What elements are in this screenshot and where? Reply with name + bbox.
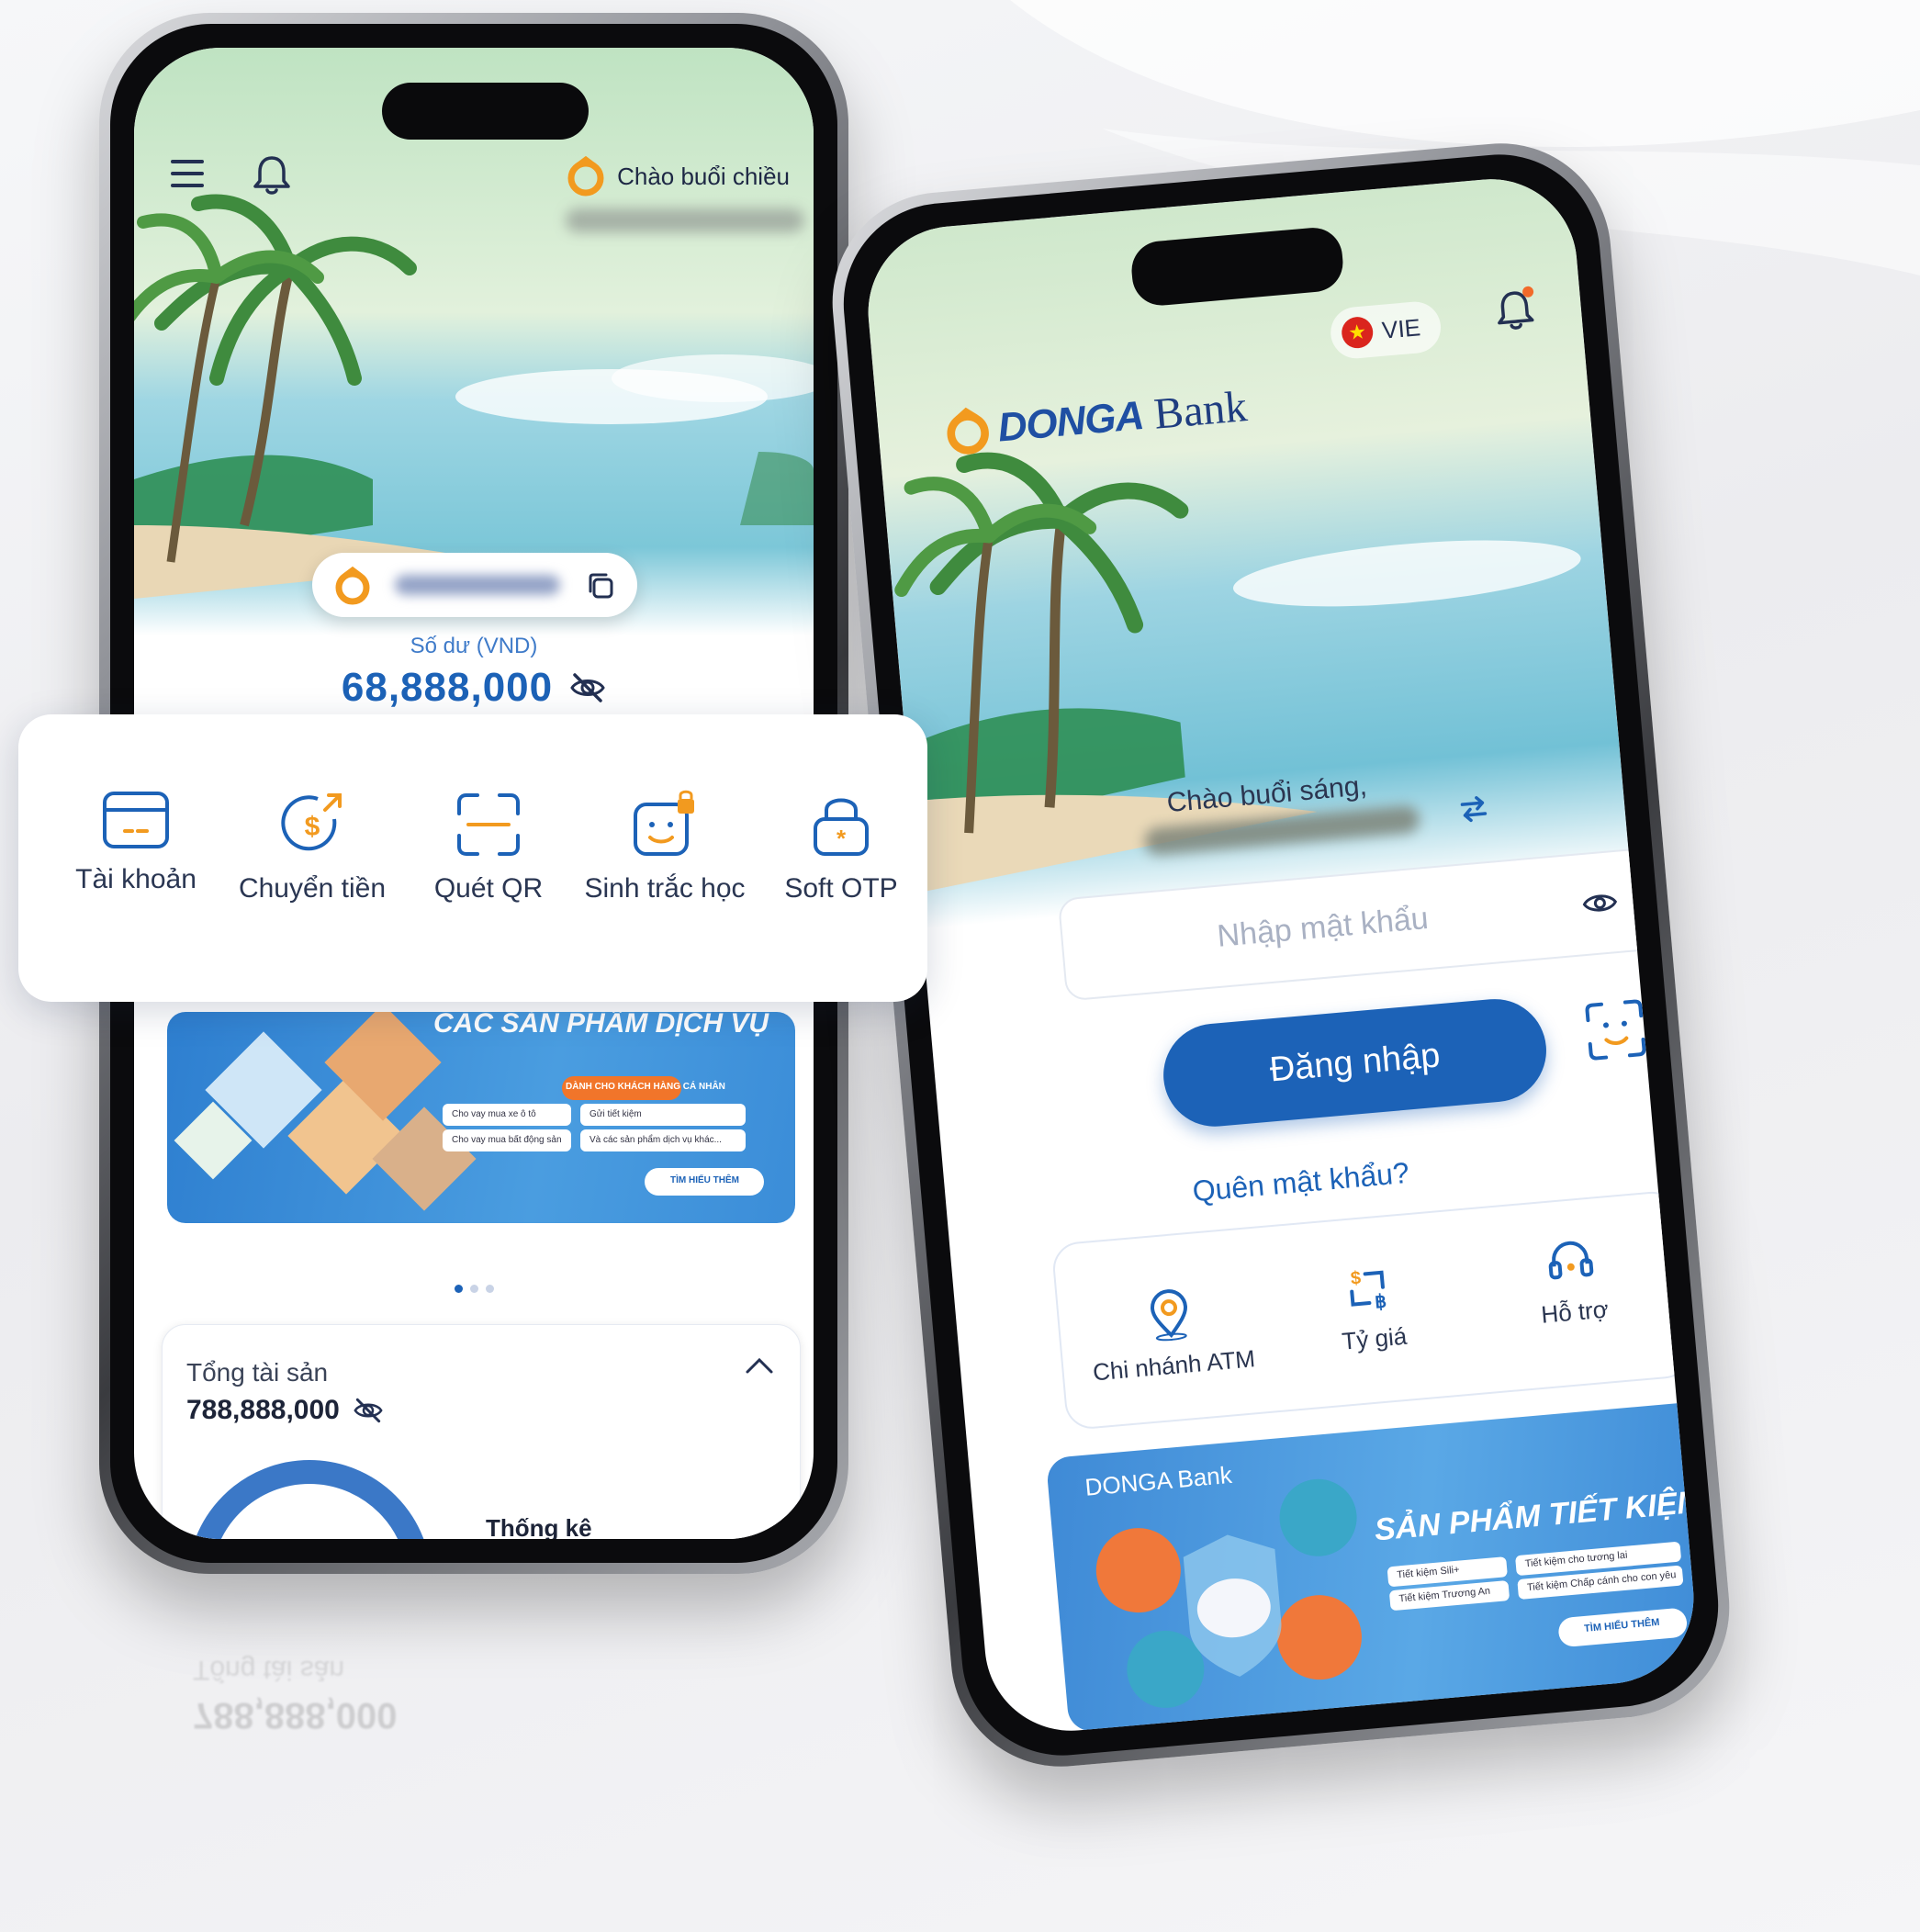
promo-bullet: Cho vay mua bất động sản <box>452 1135 562 1145</box>
balance-label: Số dư (VND) <box>410 634 538 658</box>
copy-icon[interactable] <box>584 569 617 602</box>
service-label: Tỷ giá <box>1341 1321 1409 1355</box>
account-number-blurred <box>395 575 560 595</box>
carousel-dot[interactable] <box>454 1285 463 1293</box>
switch-account-icon[interactable] <box>1454 789 1493 828</box>
greeting-text: Chào buổi chiều <box>617 162 790 190</box>
right-phone-screen: ★ VIE DONGA Bank Chào buổi sáng, Nhập mậ… <box>860 172 1701 1738</box>
quick-action-label: Soft OTP <box>784 873 898 904</box>
service-support[interactable]: Hỗ trợ <box>1467 1227 1677 1335</box>
svg-text:฿: ฿ <box>1374 1291 1387 1312</box>
carousel-dot[interactable] <box>1353 1733 1362 1738</box>
headset-icon <box>1548 1241 1594 1280</box>
eye-off-icon[interactable] <box>569 671 606 704</box>
dynamic-island <box>382 83 589 140</box>
carousel-dot[interactable] <box>1337 1735 1347 1738</box>
language-label: VIE <box>1380 312 1422 344</box>
customer-name-blurred <box>566 208 804 232</box>
promo-bullet: Cho vay mua xe ô tô <box>452 1109 536 1119</box>
service-atm-branch[interactable]: Chi nhánh ATM <box>1067 1281 1276 1389</box>
promo-title: CÁC SẢN PHẨM DỊCH VỤ <box>433 1012 769 1039</box>
account-number-pill <box>312 553 637 617</box>
top-bar: Chào buổi chiều <box>171 151 790 206</box>
promo-banner[interactable]: CÁC SẢN PHẨM DỊCH VỤ DÀNH CHO KHÁCH HÀNG… <box>167 1012 795 1223</box>
exchange-rate-icon: $ ฿ <box>1350 1268 1387 1313</box>
service-label: Chi nhánh ATM <box>1091 1344 1257 1387</box>
quick-action-label: Quét QR <box>433 873 544 904</box>
biometric-icon <box>634 790 694 856</box>
bell-icon[interactable] <box>1493 284 1541 335</box>
total-assets-title: Tổng tài sản <box>186 1358 329 1387</box>
donga-logo-icon <box>947 407 989 455</box>
quick-action-account[interactable]: Tài khoản <box>53 790 219 896</box>
statistics-label[interactable]: Thống kê <box>486 1514 592 1539</box>
quick-action-label: Tài khoản <box>75 864 196 894</box>
lock-icon: * <box>814 798 869 856</box>
savings-promo-art <box>1095 1478 1688 1708</box>
quick-action-transfer[interactable]: $ Chuyển tiền <box>230 790 395 905</box>
eye-off-icon[interactable] <box>353 1397 384 1424</box>
promo-bullet: Và các sản phẩm dịch vụ khác... <box>589 1135 722 1145</box>
quick-action-label: Sinh trắc học <box>584 873 746 904</box>
phone-reflection: 788,888,000 Tổng tài sản <box>165 1634 808 1873</box>
reflected-total-assets-value: 788,888,000 <box>193 1695 398 1735</box>
balance-row: 68,888,000 <box>134 665 814 711</box>
reflected-total-assets-title: Tổng tài sản <box>193 1655 345 1685</box>
service-label: Hỗ trợ <box>1540 1295 1610 1329</box>
carousel-dot[interactable] <box>485 1285 494 1293</box>
service-exchange-rate[interactable]: $ ฿ Tỷ giá <box>1267 1253 1476 1362</box>
transfer-icon: $ <box>281 793 342 851</box>
face-id-icon[interactable] <box>1581 995 1651 1065</box>
login-button[interactable]: Đăng nhập <box>1159 994 1551 1131</box>
donga-logo-icon <box>567 156 604 197</box>
total-assets-value: 788,888,000 <box>186 1395 340 1425</box>
greeting: Chào buổi chiều <box>566 156 790 197</box>
location-pin-icon <box>1151 1289 1187 1342</box>
eye-icon[interactable] <box>1580 888 1619 918</box>
total-assets-card: Tổng tài sản 788,888,000 Thống kê <box>162 1324 801 1539</box>
total-assets-row: 788,888,000 <box>186 1395 384 1426</box>
card-icon <box>103 792 169 848</box>
quick-action-biometric[interactable]: Sinh trắc học <box>582 790 747 905</box>
quick-actions-card: Tài khoản $ Chuyển tiền Quét QR Sinh trắ… <box>18 714 927 1002</box>
svg-text:*: * <box>836 825 847 852</box>
carousel-dots <box>134 1281 814 1297</box>
menu-icon[interactable] <box>171 160 204 191</box>
vietnam-flag-icon: ★ <box>1340 315 1375 350</box>
promo-cta[interactable]: TÌM HIỂU THÊM <box>670 1175 739 1185</box>
right-phone: ★ VIE DONGA Bank Chào buổi sáng, Nhập mậ… <box>823 134 1739 1776</box>
bell-icon[interactable] <box>252 152 292 197</box>
promo-bullet: Gửi tiết kiệm <box>589 1109 642 1119</box>
qr-scan-icon <box>457 793 520 856</box>
quick-action-scan-qr[interactable]: Quét QR <box>406 790 571 905</box>
svg-text:$: $ <box>305 812 320 842</box>
quick-action-soft-otp[interactable]: * Soft OTP <box>758 790 924 905</box>
savings-promo-banner[interactable]: DONGA Bank SẢN PHẨM TIẾT KIỆM Tiết kiệm … <box>1045 1400 1701 1734</box>
quick-action-label: Chuyển tiền <box>238 873 387 904</box>
donga-logo-icon <box>335 566 370 605</box>
brand-suffix: Bank <box>1151 382 1250 439</box>
balance-value: 68,888,000 <box>341 665 554 710</box>
brand-name: DONGA <box>995 392 1146 451</box>
services-card: Chi nhánh ATM $ ฿ Tỷ giá Hỗ trợ <box>1050 1189 1693 1432</box>
svg-text:$: $ <box>1350 1268 1362 1289</box>
promo-subtitle: DÀNH CHO KHÁCH HÀNG CÁ NHÂN <box>566 1082 725 1092</box>
chevron-up-icon[interactable] <box>745 1356 774 1375</box>
assets-gauge <box>195 1460 424 1539</box>
carousel-dot[interactable] <box>469 1285 478 1293</box>
password-placeholder: Nhập mật khẩu <box>1215 900 1431 954</box>
